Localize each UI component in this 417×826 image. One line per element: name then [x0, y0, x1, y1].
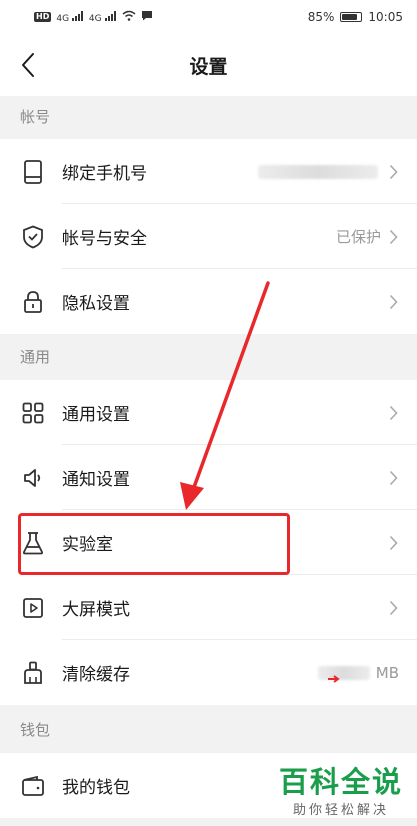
lock-icon [20, 289, 46, 315]
chevron-right-icon [387, 533, 399, 553]
row-value-protected: 已保护 [335, 228, 381, 246]
row-label-big-screen: 大屏模式 [62, 600, 130, 620]
shield-icon [20, 224, 46, 250]
row-label-general-settings: 通用设置 [62, 405, 130, 425]
section-header-general: 通用 [0, 336, 417, 376]
clock: 10:05 [368, 10, 403, 24]
network-label-1: 4G [56, 13, 70, 24]
page-title: 设置 [189, 55, 228, 78]
chevron-right-icon [387, 292, 399, 312]
battery-icon [340, 12, 363, 22]
battery-fill [342, 14, 357, 20]
chevron-right-icon [387, 227, 399, 247]
row-label-my-wallet: 我的钱包 [62, 778, 130, 798]
status-right: 85% 10:05 [308, 10, 403, 24]
phone-icon [20, 159, 46, 185]
chevron-left-icon [22, 53, 34, 77]
cache-red-mark [328, 668, 342, 683]
watermark-title: 百科全说 [278, 765, 403, 799]
section-header-wallet: 钱包 [0, 709, 417, 749]
blurred-phone-number [258, 164, 378, 179]
row-notification[interactable]: 通知设置 [0, 445, 417, 510]
status-bar: HD 4G 4G 85% 10:05 [0, 0, 417, 34]
row-label-bind-phone: 绑定手机号 [62, 164, 147, 184]
row-clear-cache[interactable]: 清除缓存 MB [0, 640, 417, 705]
row-label-lab: 实验室 [62, 535, 113, 555]
signal-icon: 4G [56, 10, 84, 24]
signal-icon-2: 4G [88, 10, 117, 24]
chevron-right-icon [387, 468, 399, 488]
chevron-right-icon [387, 162, 399, 182]
network-label-2: 4G [88, 13, 102, 24]
row-lab[interactable]: 实验室 [0, 510, 417, 575]
wifi-icon [122, 10, 136, 24]
cache-size-unit: MB [375, 663, 399, 682]
battery-percent: 85% [307, 10, 335, 24]
chevron-right-icon [387, 403, 399, 423]
watermark: 百科全说 助你轻松解决 [279, 765, 403, 818]
row-general-settings[interactable]: 通用设置 [0, 380, 417, 445]
nav-bar: 设置 [0, 34, 417, 96]
row-label-notification: 通知设置 [62, 470, 130, 490]
section-header-account: 帐号 [0, 96, 417, 136]
row-privacy[interactable]: 隐私设置 [0, 269, 417, 334]
broom-icon [20, 660, 46, 686]
row-label-account-security: 帐号与安全 [62, 229, 147, 249]
row-label-privacy: 隐私设置 [62, 294, 130, 314]
row-bind-phone[interactable]: 绑定手机号 [0, 139, 417, 204]
wallet-icon [20, 773, 46, 799]
row-account-security[interactable]: 帐号与安全 已保护 [0, 204, 417, 269]
back-button[interactable] [14, 50, 42, 80]
flask-icon [20, 530, 46, 556]
blurred-cache-size [318, 665, 370, 680]
row-big-screen[interactable]: 大屏模式 [0, 575, 417, 640]
chevron-right-icon [387, 598, 399, 618]
watermark-subtitle: 助你轻松解决 [292, 803, 389, 818]
status-left: HD 4G 4G [34, 10, 153, 24]
grid-icon [20, 400, 46, 426]
speaker-icon [20, 465, 46, 491]
play-square-icon [20, 595, 46, 621]
row-label-clear-cache: 清除缓存 [62, 665, 130, 685]
hd-badge: HD [34, 12, 52, 22]
chat-icon [141, 10, 153, 24]
